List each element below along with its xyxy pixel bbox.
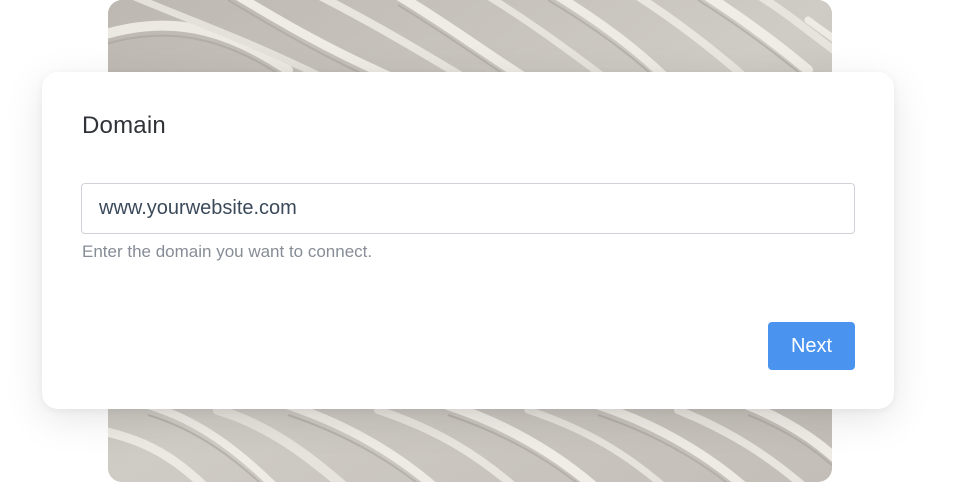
next-button[interactable]: Next <box>768 322 855 370</box>
domain-input[interactable] <box>81 183 855 234</box>
card-title: Domain <box>82 112 166 139</box>
domain-helper-text: Enter the domain you want to connect. <box>82 242 373 261</box>
domain-card: Domain Enter the domain you want to conn… <box>42 72 894 409</box>
page: Domain Enter the domain you want to conn… <box>0 0 956 484</box>
